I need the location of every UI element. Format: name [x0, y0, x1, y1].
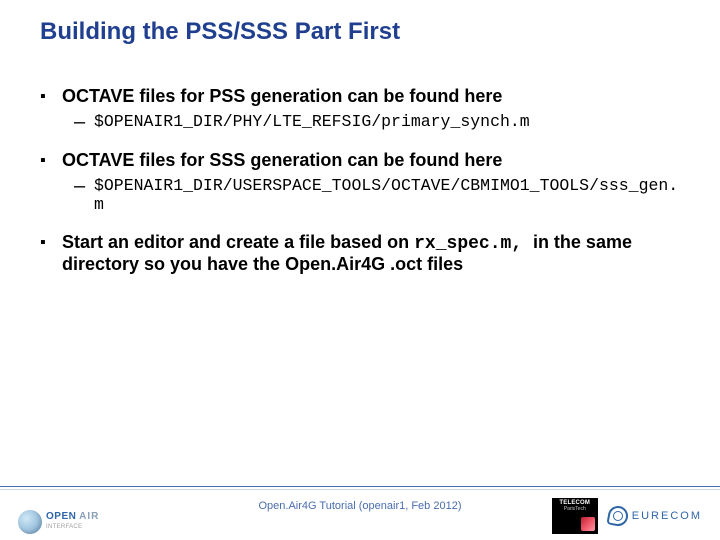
eurecom-mark-icon [608, 506, 628, 526]
slide-title: Building the PSS/SSS Part First [40, 18, 680, 46]
globe-icon [18, 510, 42, 534]
eurecom-logo: EURECOM [608, 506, 702, 526]
telecom-square-icon [581, 517, 595, 531]
openair-logo: OPEN AIR INTERFACE [18, 510, 99, 534]
code-path: $OPENAIR1_DIR/USERSPACE_TOOLS/OCTAVE/CBM… [94, 176, 680, 214]
dash-bullet-icon: – [74, 112, 94, 132]
slide-content: ▪ OCTAVE files for PSS generation can be… [40, 86, 680, 275]
openair-label: OPEN AIR INTERFACE [46, 512, 99, 532]
eurecom-text: EURECOM [632, 510, 702, 522]
code-path: $OPENAIR1_DIR/PHY/LTE_REFSIG/primary_syn… [94, 112, 680, 132]
bullet-text: OCTAVE files for PSS generation can be f… [62, 86, 680, 108]
bullet-text: OCTAVE files for SSS generation can be f… [62, 150, 680, 172]
telecom-subtext: ParisTech [564, 506, 586, 512]
logo-text-open: OPEN [46, 511, 76, 522]
square-bullet-icon: ▪ [40, 232, 62, 275]
telecom-logo: TELECOM ParisTech [552, 498, 598, 534]
subbullet-pss-path: – $OPENAIR1_DIR/PHY/LTE_REFSIG/primary_s… [74, 112, 680, 132]
right-logos: TELECOM ParisTech EURECOM [552, 498, 702, 534]
square-bullet-icon: ▪ [40, 86, 62, 108]
slide-footer: Open.Air4G Tutorial (openair1, Feb 2012)… [0, 490, 720, 540]
bullet-text: Start an editor and create a file based … [62, 232, 680, 275]
square-bullet-icon: ▪ [40, 150, 62, 172]
bullet-sss: ▪ OCTAVE files for SSS generation can be… [40, 150, 680, 172]
slide: Building the PSS/SSS Part First ▪ OCTAVE… [0, 0, 720, 540]
bullet-editor: ▪ Start an editor and create a file base… [40, 232, 680, 275]
logo-text-sub: INTERFACE [46, 522, 99, 532]
logo-text-air: AIR [79, 511, 99, 522]
code-inline: rx_spec.m, [414, 234, 533, 254]
dash-bullet-icon: – [74, 176, 94, 214]
bullet-pss: ▪ OCTAVE files for PSS generation can be… [40, 86, 680, 108]
text-fragment: Start an editor and create a file based … [62, 232, 414, 252]
subbullet-sss-path: – $OPENAIR1_DIR/USERSPACE_TOOLS/OCTAVE/C… [74, 176, 680, 214]
